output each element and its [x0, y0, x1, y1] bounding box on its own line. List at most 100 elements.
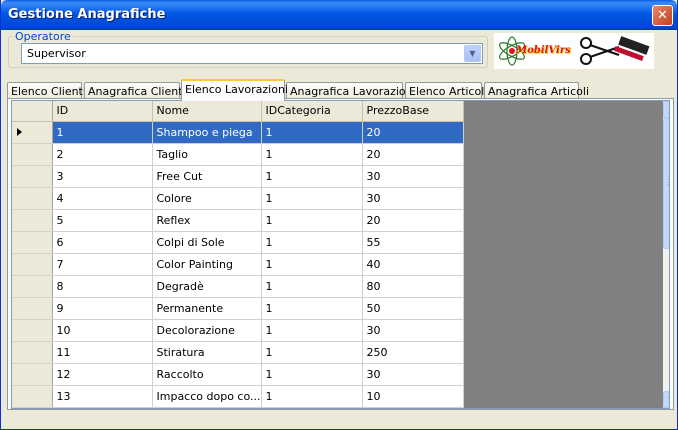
row-header[interactable]: [12, 187, 53, 210]
table-row[interactable]: 6 Colpi di Sole 1 55: [12, 231, 464, 254]
cell-prezzobase[interactable]: 50: [362, 297, 464, 320]
cell-idcategoria[interactable]: 1: [261, 253, 363, 276]
cell-nome[interactable]: Reflex: [152, 209, 262, 232]
cell-id[interactable]: 7: [52, 253, 153, 276]
cell-prezzobase[interactable]: 30: [362, 363, 464, 386]
row-header[interactable]: [12, 385, 53, 408]
table-row[interactable]: 10 Decolorazione 1 30: [12, 319, 464, 342]
cell-prezzobase[interactable]: 30: [362, 165, 464, 188]
vertical-scrollbar[interactable]: ▲ ▼: [663, 101, 669, 408]
cell-prezzobase[interactable]: 20: [362, 209, 464, 232]
cell-idcategoria[interactable]: 1: [261, 121, 363, 144]
cell-id[interactable]: 10: [52, 319, 153, 342]
cell-idcategoria[interactable]: 1: [261, 231, 363, 254]
operatore-value: Supervisor: [27, 47, 86, 60]
row-header[interactable]: [12, 319, 53, 342]
row-header[interactable]: [12, 253, 53, 276]
scroll-down-button[interactable]: ▼: [663, 391, 669, 408]
main-window: Gestione Anagrafiche ✕ Operatore Supervi…: [0, 0, 678, 430]
table-row[interactable]: 7 Color Painting 1 40: [12, 253, 464, 276]
row-header[interactable]: [12, 165, 53, 188]
cell-prezzobase[interactable]: 20: [362, 143, 464, 166]
table-row[interactable]: 13 Impacco dopo co... 1 10: [12, 385, 464, 408]
scroll-thumb[interactable]: [663, 118, 669, 249]
cell-nome[interactable]: Decolorazione: [152, 319, 262, 342]
cell-idcategoria[interactable]: 1: [261, 187, 363, 210]
chevron-down-icon[interactable]: ▼: [464, 45, 481, 62]
column-header-id[interactable]: ID: [52, 101, 153, 122]
cell-prezzobase[interactable]: 10: [362, 385, 464, 408]
cell-id[interactable]: 6: [52, 231, 153, 254]
cell-nome[interactable]: Permanente: [152, 297, 262, 320]
cell-idcategoria[interactable]: 1: [261, 297, 363, 320]
cell-id[interactable]: 13: [52, 385, 153, 408]
cell-nome[interactable]: Stiratura: [152, 341, 262, 364]
cell-prezzobase[interactable]: 250: [362, 341, 464, 364]
cell-idcategoria[interactable]: 1: [261, 385, 363, 408]
table-row[interactable]: 4 Colore 1 30: [12, 187, 464, 210]
tab-label: Elenco Clienti: [11, 85, 86, 98]
row-header[interactable]: [12, 341, 53, 364]
cell-prezzobase[interactable]: 80: [362, 275, 464, 298]
row-header[interactable]: [12, 209, 53, 232]
table-row[interactable]: 1 Shampoo e piega 1 20: [12, 121, 464, 144]
close-button[interactable]: ✕: [652, 5, 673, 26]
column-header-nome[interactable]: Nome: [152, 101, 262, 122]
row-header[interactable]: [12, 121, 53, 144]
tab-label: Anagrafica Cliente: [88, 85, 190, 98]
operatore-select[interactable]: Supervisor ▼: [21, 43, 483, 64]
cell-id[interactable]: 4: [52, 187, 153, 210]
cell-id[interactable]: 2: [52, 143, 153, 166]
column-header-prezzobase[interactable]: PrezzoBase: [362, 101, 464, 122]
cell-nome[interactable]: Free Cut: [152, 165, 262, 188]
lavorazioni-grid[interactable]: ID Nome IDCategoria PrezzoBase 1 Shampoo…: [11, 100, 670, 409]
cell-nome[interactable]: Color Painting: [152, 253, 262, 276]
cell-id[interactable]: 9: [52, 297, 153, 320]
cell-id[interactable]: 1: [52, 121, 153, 144]
cell-idcategoria[interactable]: 1: [261, 165, 363, 188]
cell-nome[interactable]: Raccolto: [152, 363, 262, 386]
cell-prezzobase[interactable]: 20: [362, 121, 464, 144]
cell-nome[interactable]: Taglio: [152, 143, 262, 166]
cell-prezzobase[interactable]: 40: [362, 253, 464, 276]
table-row[interactable]: 9 Permanente 1 50: [12, 297, 464, 320]
table-row[interactable]: 5 Reflex 1 20: [12, 209, 464, 232]
tab-label: Anagrafica Articoli: [488, 85, 590, 98]
cell-prezzobase[interactable]: 55: [362, 231, 464, 254]
row-header[interactable]: [12, 363, 53, 386]
cell-id[interactable]: 11: [52, 341, 153, 364]
cell-nome[interactable]: Degradè: [152, 275, 262, 298]
cell-id[interactable]: 8: [52, 275, 153, 298]
row-header[interactable]: [12, 297, 53, 320]
row-header[interactable]: [12, 275, 53, 298]
cell-idcategoria[interactable]: 1: [261, 341, 363, 364]
cell-id[interactable]: 5: [52, 209, 153, 232]
table-row[interactable]: 12 Raccolto 1 30: [12, 363, 464, 386]
row-header[interactable]: [12, 143, 53, 166]
scroll-up-button[interactable]: ▲: [663, 101, 669, 118]
column-header-idcategoria[interactable]: IDCategoria: [261, 101, 363, 122]
corner-header[interactable]: [12, 101, 53, 122]
cell-idcategoria[interactable]: 1: [261, 319, 363, 342]
cell-idcategoria[interactable]: 1: [261, 363, 363, 386]
cell-prezzobase[interactable]: 30: [362, 319, 464, 342]
cell-idcategoria[interactable]: 1: [261, 275, 363, 298]
row-header[interactable]: [12, 231, 53, 254]
table-row[interactable]: 2 Taglio 1 20: [12, 143, 464, 166]
cell-prezzobase[interactable]: 30: [362, 187, 464, 210]
operatore-legend: Operatore: [13, 30, 73, 43]
cell-nome[interactable]: Impacco dopo co...: [152, 385, 262, 408]
cell-nome[interactable]: Shampoo e piega: [152, 121, 262, 144]
cell-idcategoria[interactable]: 1: [261, 143, 363, 166]
cell-idcategoria[interactable]: 1: [261, 209, 363, 232]
cell-id[interactable]: 3: [52, 165, 153, 188]
table-row[interactable]: 3 Free Cut 1 30: [12, 165, 464, 188]
cell-id[interactable]: 12: [52, 363, 153, 386]
table-row[interactable]: 8 Degradè 1 80: [12, 275, 464, 298]
cell-nome[interactable]: Colpi di Sole: [152, 231, 262, 254]
cell-nome[interactable]: Colore: [152, 187, 262, 210]
tab-elenco-lavorazioni[interactable]: Elenco Lavorazioni: [181, 79, 288, 101]
brand-logo: MobilVirs: [494, 33, 654, 69]
title-bar[interactable]: Gestione Anagrafiche ✕: [1, 0, 677, 30]
table-row[interactable]: 11 Stiratura 1 250: [12, 341, 464, 364]
